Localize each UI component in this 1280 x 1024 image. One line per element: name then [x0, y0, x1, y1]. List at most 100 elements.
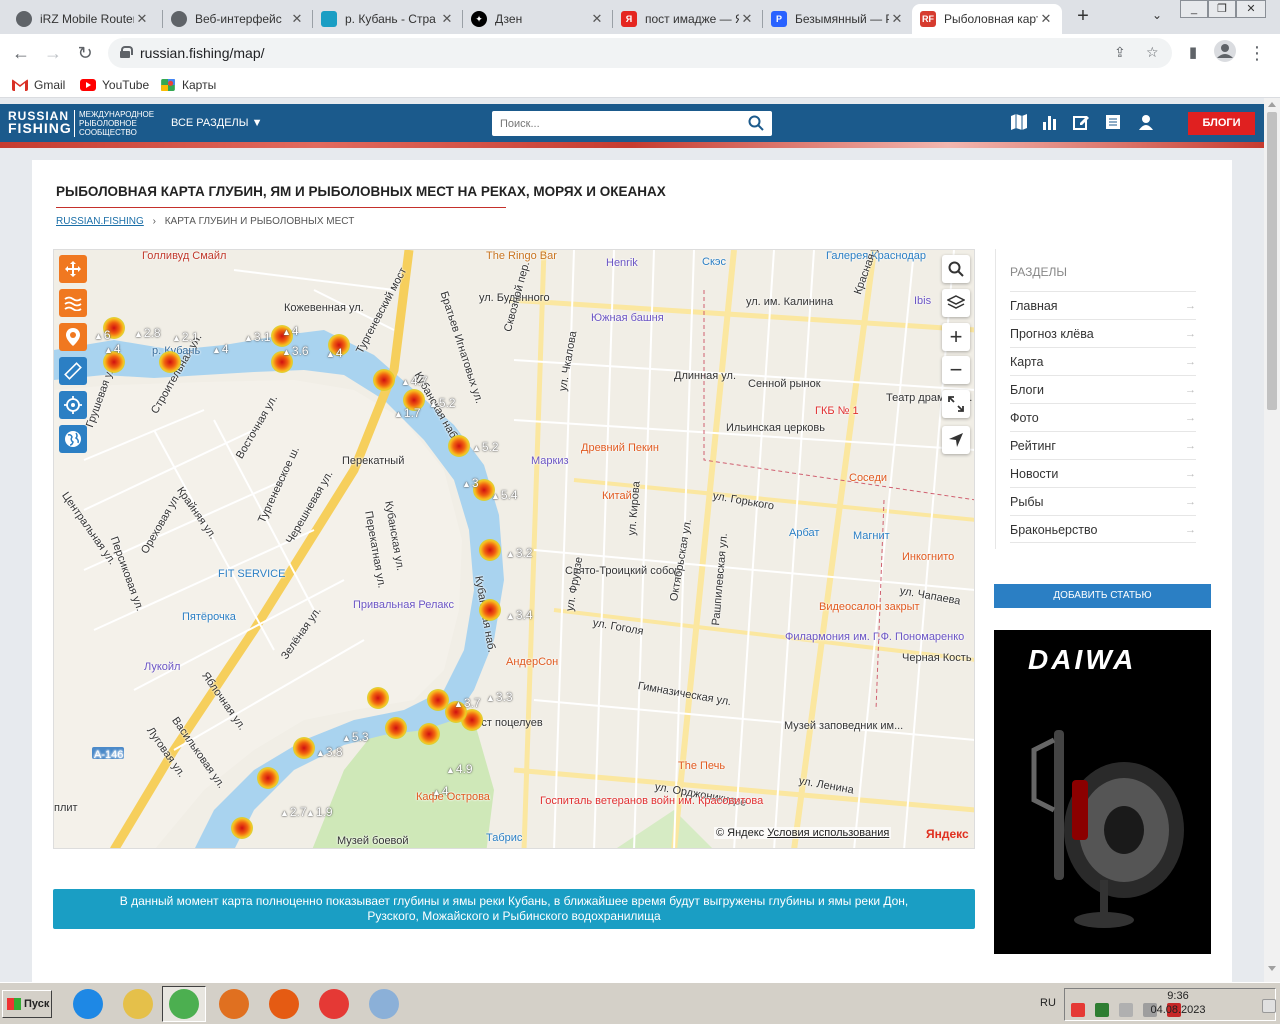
fishing-spot-marker[interactable] [373, 369, 395, 391]
sidebar-menu-item[interactable]: Главная → [1010, 291, 1196, 319]
sidebar-menu-item[interactable]: Блоги → [1010, 375, 1196, 403]
minimize-button[interactable]: _ [1180, 0, 1208, 18]
taskbar-app[interactable] [362, 986, 406, 1022]
share-icon[interactable]: ⇪ [1114, 44, 1126, 61]
fishing-spot-marker[interactable] [385, 717, 407, 739]
sidebar-menu-item[interactable]: Рейтинг → [1010, 431, 1196, 459]
fishing-spot-marker[interactable] [418, 723, 440, 745]
site-search-input[interactable] [492, 111, 732, 136]
depth-mark[interactable]: ▲3.2 [506, 546, 533, 560]
browser-tab[interactable]: Веб-интерфейс ✕ [163, 4, 313, 34]
depth-mark[interactable]: ▲4 [212, 342, 229, 356]
browser-menu-icon[interactable]: ⋮ [1244, 40, 1270, 66]
breadcrumb-home-link[interactable]: RUSSIAN.FISHING [56, 216, 144, 227]
place-marker-button[interactable] [59, 323, 87, 351]
browser-tab-active[interactable]: RF Рыболовная карт ✕ [912, 4, 1062, 34]
bookmark-star-icon[interactable]: ☆ [1146, 44, 1159, 61]
lock-icon[interactable] [120, 46, 133, 58]
depth-mark[interactable]: ▲3 [462, 476, 479, 490]
depth-mark[interactable]: ▲1.9 [306, 805, 333, 819]
add-article-button[interactable]: ДОБАВИТЬ СТАТЬЮ [994, 584, 1211, 608]
close-tab-icon[interactable]: ✕ [134, 11, 150, 27]
user-icon[interactable] [1137, 114, 1155, 132]
show-desktop-icon[interactable] [1262, 999, 1276, 1013]
news-icon[interactable] [1104, 114, 1122, 132]
close-tab-icon[interactable]: ✕ [889, 11, 905, 27]
geolocation-button[interactable] [59, 391, 87, 419]
bookmark-maps[interactable]: Карты [160, 78, 216, 92]
page-scrollbar[interactable] [1264, 98, 1280, 982]
tab-search-chevron-icon[interactable]: ⌄ [1152, 8, 1162, 22]
fishing-spot-marker[interactable] [293, 737, 315, 759]
sidebar-menu-item[interactable]: Фото → [1010, 403, 1196, 431]
fishing-spot-marker[interactable] [479, 599, 501, 621]
browser-tab[interactable]: ✦ Дзен ✕ [463, 4, 613, 34]
close-tab-icon[interactable]: ✕ [289, 11, 305, 27]
depth-mark[interactable]: ▲3.3 [486, 690, 513, 704]
depth-mark[interactable]: ▲2.1 [172, 330, 199, 344]
bookmark-gmail[interactable]: Gmail [12, 78, 65, 92]
depth-mark[interactable]: ▲4 [432, 784, 449, 798]
depth-mark[interactable]: ▲2.7 [280, 805, 307, 819]
anydesk-tray-icon[interactable] [1071, 1003, 1085, 1017]
depth-mark[interactable]: ▲4 [326, 346, 343, 360]
scroll-up-arrow-icon[interactable] [1268, 102, 1276, 107]
sidebar-menu-item[interactable]: Прогноз клёва → [1010, 319, 1196, 347]
depth-mark[interactable]: ▲2.8 [134, 326, 161, 340]
taskbar-app[interactable] [312, 986, 356, 1022]
taskbar-app[interactable] [212, 986, 256, 1022]
close-tab-icon[interactable]: ✕ [739, 11, 755, 27]
network-tray-icon[interactable] [1095, 1003, 1109, 1017]
depth-mark[interactable]: ▲3.4 [506, 608, 533, 622]
depth-mark[interactable]: ▲4.9 [446, 762, 473, 776]
all-sections-menu[interactable]: ВСЕ РАЗДЕЛЫ ▼ [171, 117, 262, 129]
depth-mark[interactable]: ▲3.6 [282, 344, 309, 358]
depth-mark[interactable]: ▲6 [94, 328, 111, 342]
url-text[interactable]: russian.fishing/map/ [140, 45, 265, 61]
reload-button[interactable]: ↻ [72, 40, 98, 66]
map-search-button[interactable] [942, 255, 970, 283]
address-bar[interactable]: russian.fishing/map/ ⇪ ☆ [108, 38, 1172, 68]
volume-tray-icon[interactable] [1119, 1003, 1133, 1017]
taskbar-app[interactable] [162, 986, 206, 1022]
depth-mark[interactable]: ▲3.8 [316, 745, 343, 759]
depth-mark[interactable]: ▲4 [282, 324, 299, 338]
zoom-out-button[interactable]: − [942, 356, 970, 384]
side-panel-icon[interactable]: ▮ [1180, 40, 1206, 66]
new-tab-button[interactable]: + [1072, 6, 1094, 28]
fishing-spot-marker[interactable] [159, 351, 181, 373]
taskbar-app[interactable] [66, 986, 110, 1022]
move-tool-button[interactable] [59, 255, 87, 283]
fishing-map[interactable]: Голливуд Смайл The Ringo Bar Henrik Скэс Гал… [53, 249, 975, 849]
depth-mark[interactable]: ▲5.2 [472, 440, 499, 454]
ruler-tool-button[interactable] [59, 357, 87, 385]
site-logo[interactable]: RUSSIAN FISHING МЕЖДУНАРОДНОЕ РЫБОЛОВНОЕ… [8, 110, 154, 137]
fishing-spot-marker[interactable] [367, 687, 389, 709]
restore-button[interactable]: ❐ [1208, 0, 1236, 18]
sidebar-menu-item[interactable]: Новости → [1010, 459, 1196, 487]
depth-mark[interactable]: ▲4 [104, 342, 121, 356]
world-button[interactable] [59, 425, 87, 453]
scrollbar-thumb[interactable] [1267, 112, 1277, 410]
edit-icon[interactable] [1072, 114, 1090, 132]
browser-tab[interactable]: р. Кубань - Стра ✕ [313, 4, 463, 34]
taskbar-app[interactable] [116, 986, 160, 1022]
fishing-spot-marker[interactable] [479, 539, 501, 561]
profile-avatar[interactable] [1212, 40, 1238, 66]
rating-chart-icon[interactable] [1041, 114, 1059, 132]
depth-layer-button[interactable] [59, 289, 87, 317]
back-button[interactable]: ← [8, 40, 34, 66]
sidebar-menu-item[interactable]: Карта → [1010, 347, 1196, 375]
clock[interactable]: 9:36 04.08.2023 [1148, 989, 1208, 1017]
close-tab-icon[interactable]: ✕ [589, 11, 605, 27]
depth-mark[interactable]: ▲5.3 [342, 730, 369, 744]
depth-mark[interactable]: ▲5.4 [491, 488, 518, 502]
layers-button[interactable] [942, 289, 970, 317]
zoom-in-button[interactable]: + [942, 323, 970, 351]
scroll-down-arrow-icon[interactable] [1268, 966, 1276, 971]
yandex-logo[interactable]: Яндекс [926, 827, 969, 841]
blogs-button[interactable]: БЛОГИ [1188, 112, 1255, 135]
close-window-button[interactable]: ✕ [1236, 0, 1266, 18]
sidebar-menu-item[interactable]: Рыбы → [1010, 487, 1196, 515]
close-tab-icon[interactable]: ✕ [439, 11, 455, 27]
